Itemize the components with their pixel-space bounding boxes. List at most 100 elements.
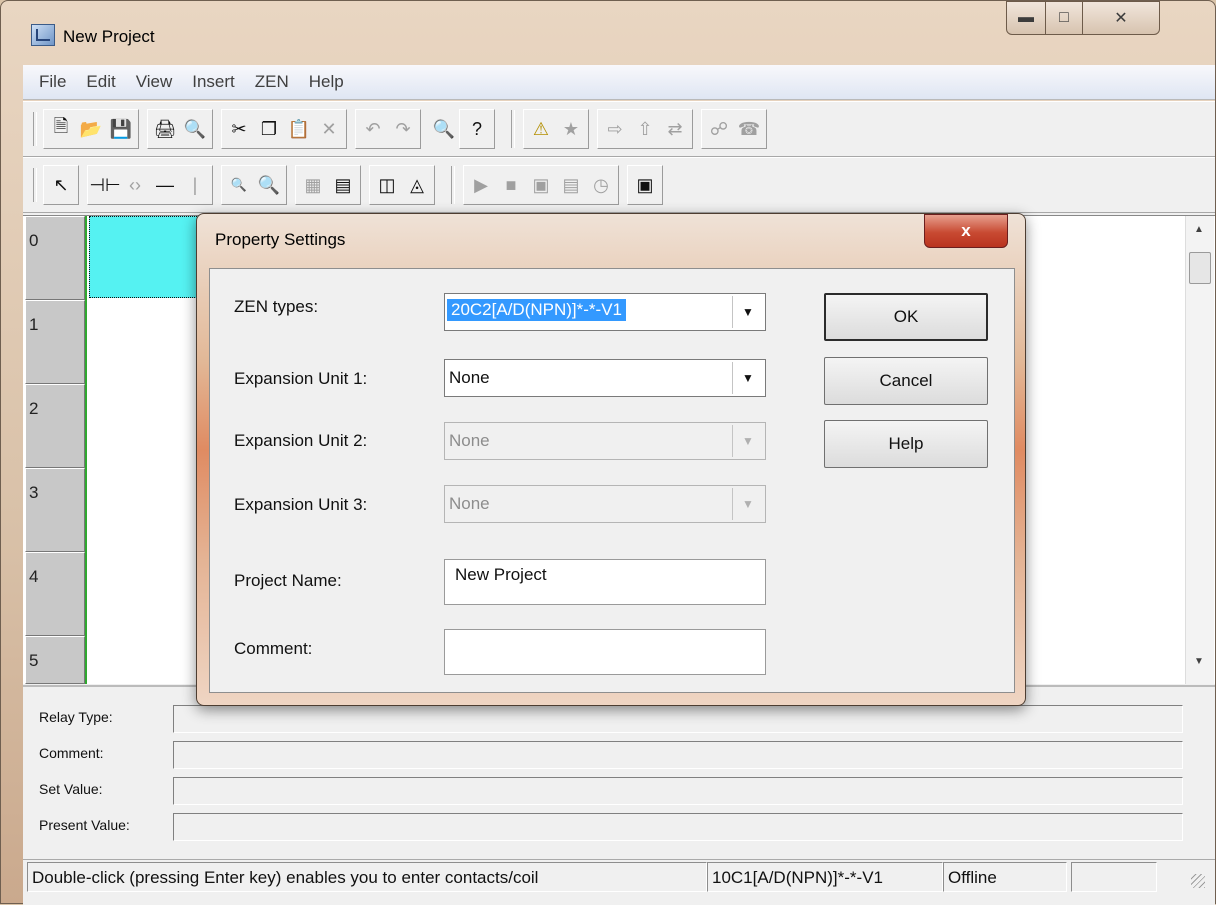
find-icon[interactable]: 🔍 — [429, 112, 459, 146]
property-settings-dialog: Property Settings x ZEN types: 20C2[A/D(… — [196, 213, 1026, 706]
selected-cell[interactable] — [89, 216, 209, 298]
redo-icon[interactable]: ↷ — [388, 112, 418, 146]
menu-view[interactable]: View — [126, 72, 183, 92]
row-number: 1 — [25, 300, 85, 384]
expansion-unit-2-label: Expansion Unit 2: — [234, 431, 368, 450]
chevron-down-icon: ▼ — [732, 488, 763, 520]
menu-insert[interactable]: Insert — [182, 72, 245, 92]
expansion-unit-1-label: Expansion Unit 1: — [234, 369, 368, 388]
menu-file[interactable]: File — [29, 72, 76, 92]
dialog-close-button[interactable]: x — [924, 214, 1008, 248]
menu-help[interactable]: Help — [299, 72, 354, 92]
toolbar-grip[interactable] — [33, 112, 37, 146]
open-folder-icon[interactable]: 📂 — [76, 112, 106, 146]
maximize-icon: □ — [1059, 9, 1069, 26]
comment-field — [173, 741, 1183, 769]
disconnect-icon[interactable]: ☎ — [734, 112, 764, 146]
pointer-icon[interactable]: ↖ — [46, 168, 76, 202]
print-icon[interactable]: 🖨 — [150, 112, 180, 146]
resize-grip-icon[interactable] — [1191, 874, 1205, 888]
menu-edit[interactable]: Edit — [76, 72, 125, 92]
new-file-icon[interactable]: 🗎 — [46, 112, 76, 146]
paste-icon[interactable]: 📋 — [284, 112, 314, 146]
horizontal-line-icon[interactable]: — — [150, 168, 180, 202]
warning-check-icon[interactable]: ⚠ — [526, 112, 556, 146]
minimize-icon: ▬ — [1018, 9, 1034, 26]
dialog-body: ZEN types: 20C2[A/D(NPN)]*-*-V1 ▼ Expans… — [209, 268, 1015, 693]
expansion-unit-3-select[interactable]: None ▼ — [444, 485, 766, 523]
scroll-up-icon[interactable]: ▲ — [1194, 224, 1204, 235]
expansion-unit-2-select[interactable]: None ▼ — [444, 422, 766, 460]
cancel-button[interactable]: Cancel — [824, 357, 988, 405]
relay-type-field — [173, 705, 1183, 733]
list-icon[interactable]: ▤ — [556, 168, 586, 202]
comment-field[interactable] — [444, 629, 766, 675]
zen-types-select[interactable]: 20C2[A/D(NPN)]*-*-V1 ▼ — [444, 293, 766, 331]
transfer-from-zen-icon[interactable]: ⇧ — [630, 112, 660, 146]
close-button[interactable]: ✕ — [1082, 1, 1160, 35]
relay-type-label: Relay Type: — [39, 709, 113, 725]
toolbar-separator-2 — [451, 166, 455, 204]
transfer-to-zen-icon[interactable]: ⇨ — [600, 112, 630, 146]
status-mode: Offline — [943, 862, 1067, 892]
contact-icon[interactable]: ⊣⊢ — [89, 168, 120, 202]
row-number: 3 — [25, 468, 85, 552]
project-name-input[interactable] — [453, 564, 757, 586]
grid-icon[interactable]: ▦ — [298, 168, 328, 202]
save-icon[interactable]: 💾 — [106, 112, 136, 146]
power-rail — [85, 216, 87, 684]
status-extra — [1071, 862, 1157, 892]
program-mode-icon[interactable]: ◫ — [372, 168, 402, 202]
chevron-down-icon[interactable]: ▼ — [732, 362, 763, 394]
simulation-icon[interactable]: ▣ — [630, 168, 660, 202]
compare-icon[interactable]: ⇄ — [660, 112, 690, 146]
user-transfer-icon[interactable]: ★ — [556, 112, 586, 146]
status-hint: Double-click (pressing Enter key) enable… — [27, 862, 707, 892]
zen-types-label: ZEN types: — [234, 297, 319, 316]
edit-mode-icon[interactable]: ◬ — [402, 168, 432, 202]
monitor-icon[interactable]: ▣ — [526, 168, 556, 202]
row-number: 5 — [25, 636, 85, 684]
copy-icon[interactable]: ❐ — [254, 112, 284, 146]
clock-icon[interactable]: ◷ — [586, 168, 616, 202]
delete-icon[interactable]: ✕ — [314, 112, 344, 146]
scroll-thumb[interactable] — [1189, 252, 1211, 284]
menu-zen[interactable]: ZEN — [245, 72, 299, 92]
cut-icon[interactable]: ✂ — [224, 112, 254, 146]
toolbar-separator — [511, 110, 515, 148]
print-preview-icon[interactable]: 🔍 — [180, 112, 210, 146]
scroll-down-icon[interactable]: ▼ — [1194, 656, 1204, 667]
run-icon[interactable]: ▶ — [466, 168, 496, 202]
project-name-label: Project Name: — [234, 571, 342, 590]
vertical-scrollbar[interactable]: ▲ ▼ — [1185, 216, 1214, 684]
ok-button[interactable]: OK — [824, 293, 988, 341]
connect-icon[interactable]: ☍ — [704, 112, 734, 146]
vertical-line-icon[interactable]: | — [180, 168, 210, 202]
title-bar[interactable]: New Project ▬ □ ✕ — [1, 1, 1215, 65]
zen-types-value: 20C2[A/D(NPN)]*-*-V1 — [447, 299, 626, 321]
zoom-out-icon[interactable]: 🔍 — [224, 168, 254, 202]
app-icon[interactable] — [31, 24, 55, 46]
help-question-icon[interactable]: ? — [462, 112, 492, 146]
comment-input[interactable] — [453, 634, 757, 656]
minimize-button[interactable]: ▬ — [1006, 1, 1046, 35]
display-comments-icon[interactable]: ▤ — [328, 168, 358, 202]
expansion-unit-1-select[interactable]: None ▼ — [444, 359, 766, 397]
undo-icon[interactable]: ↶ — [358, 112, 388, 146]
window-title: New Project — [63, 27, 155, 46]
help-button[interactable]: Help — [824, 420, 988, 468]
expansion-unit-2-value: None — [449, 431, 490, 450]
comment-label: Comment: — [39, 745, 104, 761]
chevron-down-icon[interactable]: ▼ — [732, 296, 763, 328]
project-name-field[interactable] — [444, 559, 766, 605]
maximize-button[interactable]: □ — [1045, 1, 1083, 35]
stop-icon[interactable]: ■ — [496, 168, 526, 202]
coil-icon[interactable]: ‹› — [120, 168, 150, 202]
zoom-in-icon[interactable]: 🔍 — [254, 168, 284, 202]
present-value-label: Present Value: — [39, 817, 130, 833]
toolbar-grip-2[interactable] — [33, 168, 37, 202]
ladder-toolbar: ↖ ⊣⊢ ‹› — | 🔍 🔍 ▦ ▤ ◫ ◬ ▶ ■ ▣ ▤ ◷ ▣ — [23, 157, 1215, 213]
expansion-unit-3-value: None — [449, 494, 490, 513]
expansion-unit-1-value: None — [449, 368, 490, 387]
dialog-title: Property Settings — [215, 230, 346, 249]
